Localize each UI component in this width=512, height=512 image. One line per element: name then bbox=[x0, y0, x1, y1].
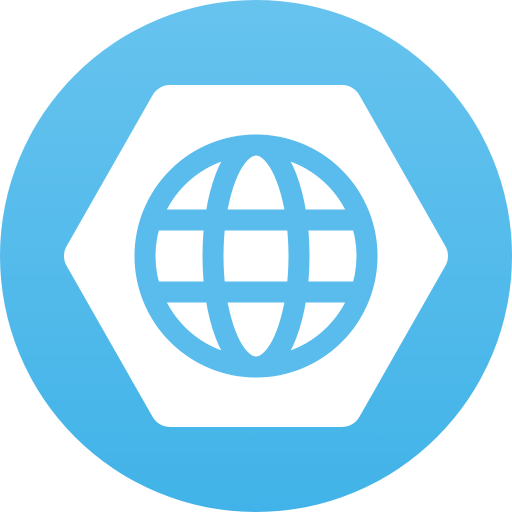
app-icon-graphic bbox=[0, 0, 512, 512]
app-icon[interactable] bbox=[0, 0, 512, 512]
